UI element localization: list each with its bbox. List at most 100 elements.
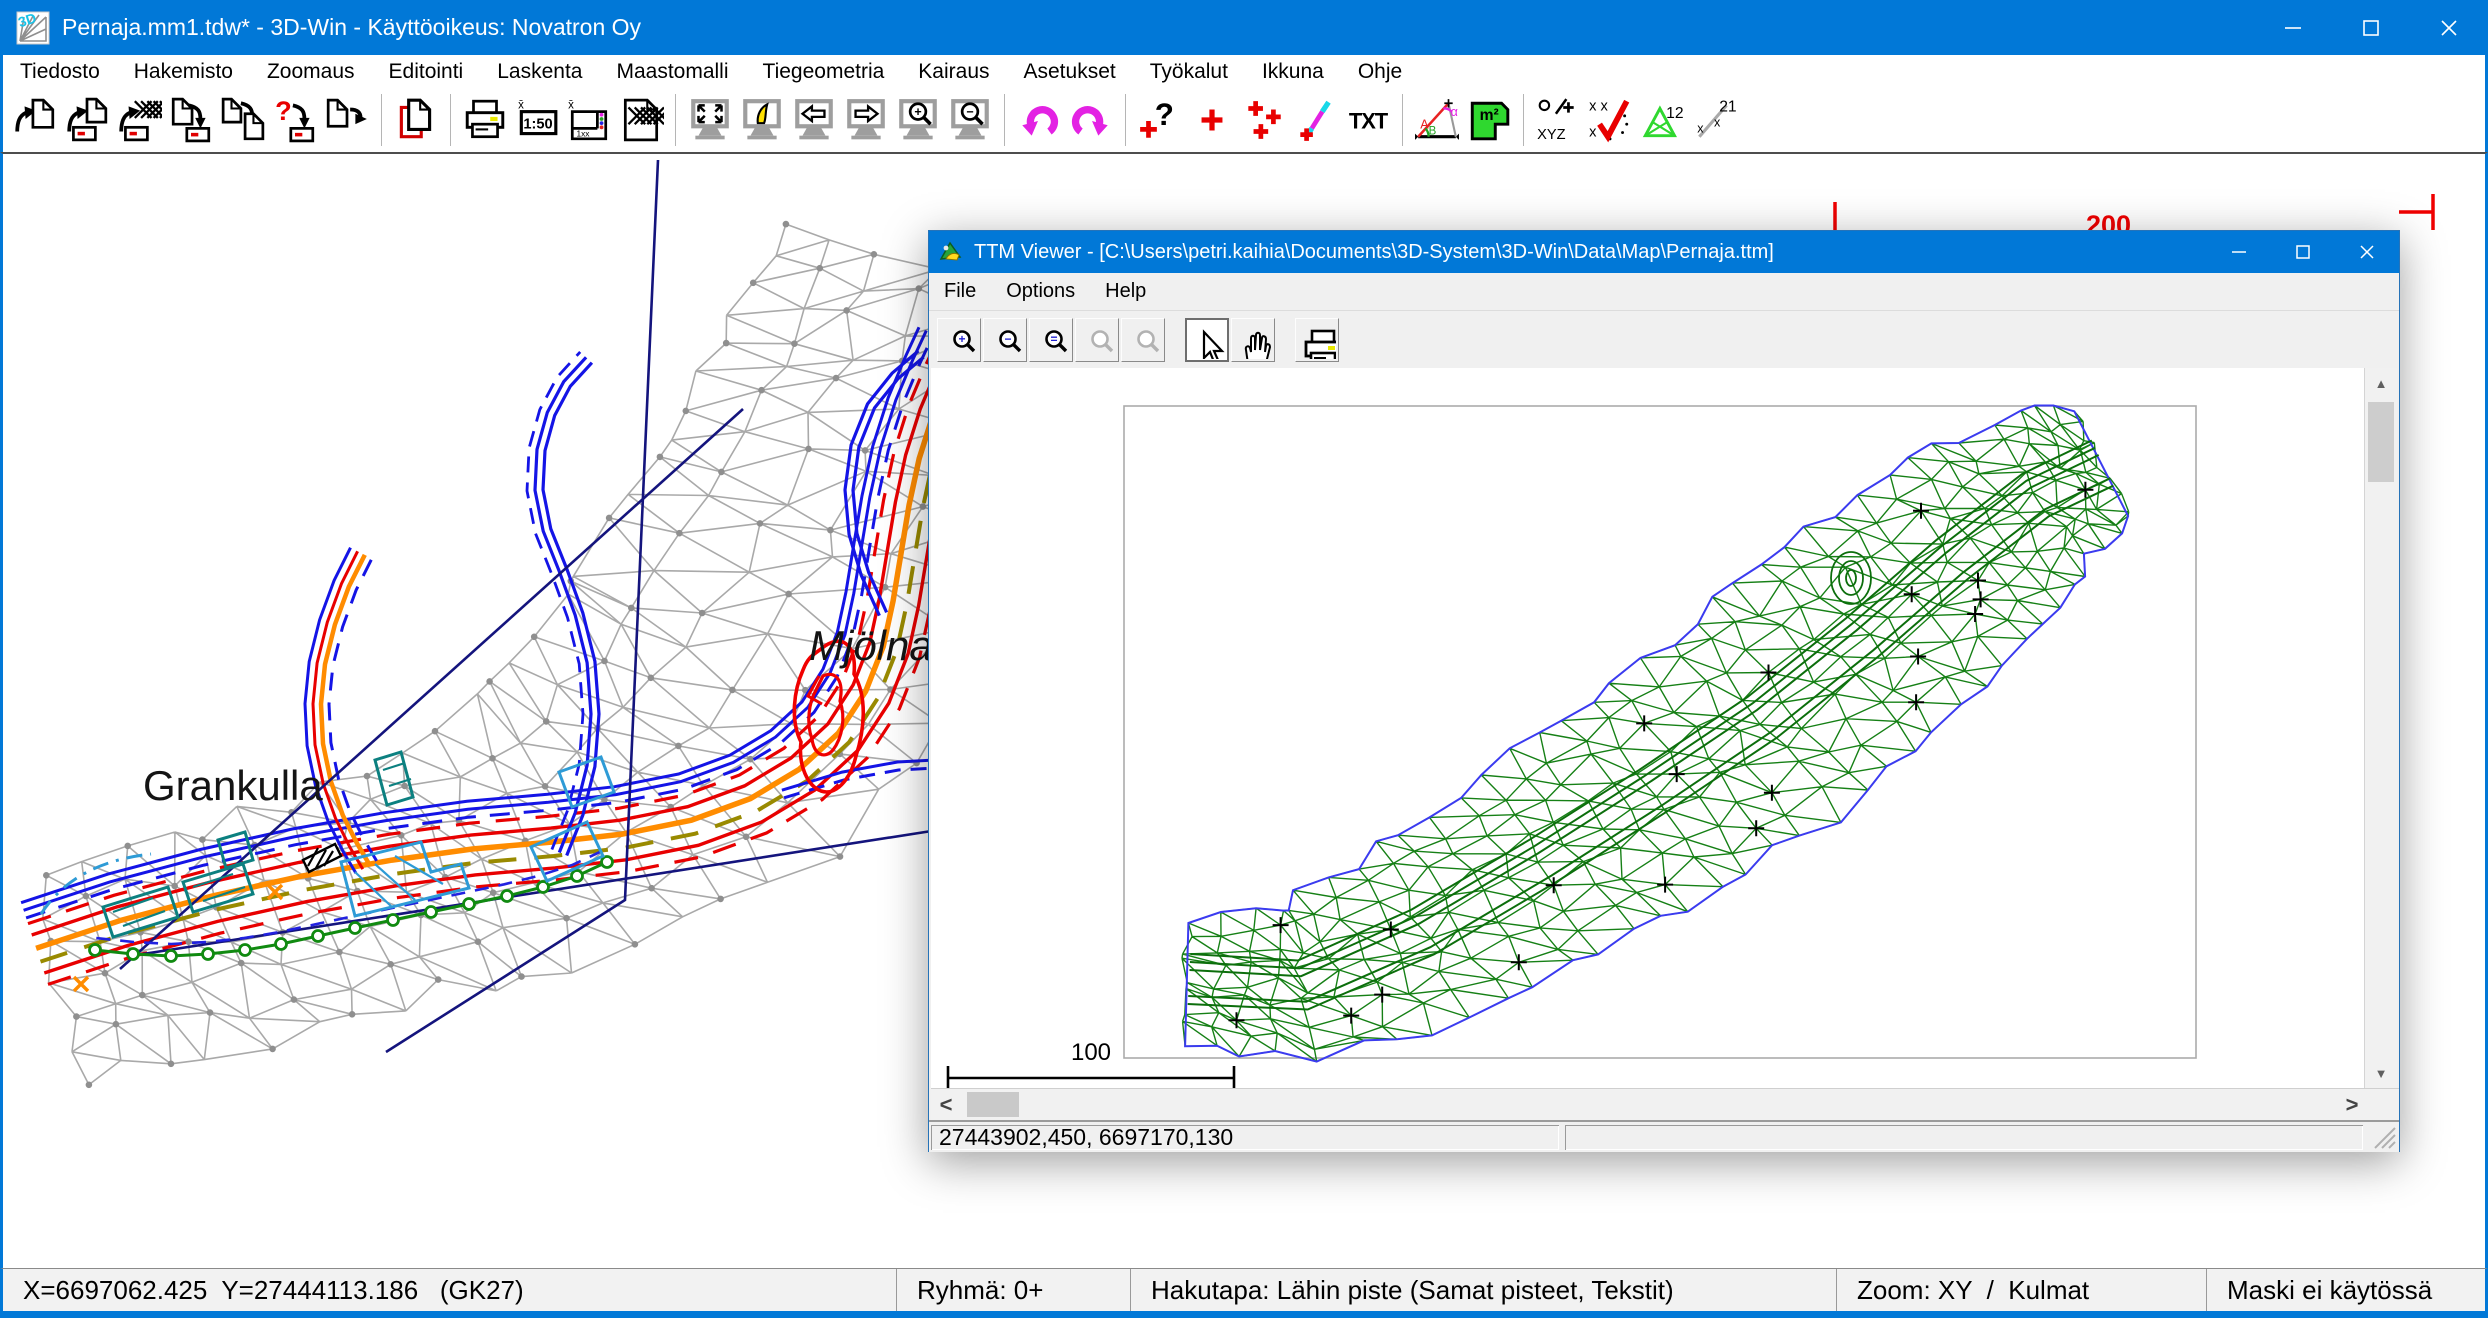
add-points-button[interactable] [1238, 94, 1290, 146]
check-points-button[interactable]: x xx [1584, 94, 1636, 146]
minimize-button[interactable] [2254, 0, 2332, 55]
save-query-button[interactable]: ? [269, 94, 321, 146]
main-menubar: TiedostoHakemistoZoomausEditointiLaskent… [0, 55, 2488, 88]
toolbar-separator [1125, 94, 1126, 146]
ttm-map-area[interactable]: 100 [931, 368, 2366, 1088]
calc-area-button[interactable]: m² [1463, 94, 1515, 146]
ttm-menu-item-file[interactable]: File [929, 273, 991, 310]
view-previous-button[interactable] [788, 94, 840, 146]
toolbar-group-8: XYZ x xx12x21x [1532, 94, 1740, 146]
text-tool-icon: TXT [1345, 97, 1391, 143]
svg-text:x̄: x̄ [518, 100, 524, 112]
maximize-button[interactable] [2332, 0, 2410, 55]
ttm-minimize-button[interactable] [2207, 231, 2271, 273]
format-page-button[interactable] [615, 94, 667, 146]
open-format-icon [116, 97, 162, 143]
ttm-zoom-out-button[interactable]: − [983, 318, 1027, 362]
svg-text:+: + [914, 105, 921, 119]
window-title: Pernaja.mm1.tdw* - 3D-Win - Käyttöoikeus… [62, 14, 641, 41]
svg-text:−: − [1004, 332, 1011, 346]
view-next-button[interactable] [840, 94, 892, 146]
scroll-down-icon[interactable]: ▼ [2365, 1058, 2397, 1088]
ttm-menu-item-help[interactable]: Help [1090, 273, 1161, 310]
save-file-icon [168, 97, 214, 143]
ttm-zoom-fit-button[interactable]: = [1029, 318, 1073, 362]
ttm-print-button[interactable] [1295, 318, 1339, 362]
edit-line-button[interactable] [1290, 94, 1342, 146]
triangle-model-button[interactable]: 12 [1636, 94, 1688, 146]
menu-item-ohje[interactable]: Ohje [1341, 55, 1419, 88]
scale-1-50-button[interactable]: x̄1:50 [511, 94, 563, 146]
export-file-button[interactable] [321, 94, 373, 146]
open-file-button[interactable] [9, 94, 61, 146]
scroll-left-icon[interactable]: < [931, 1089, 961, 1120]
map-label-mjolnar: Mjölnar [809, 622, 947, 670]
save-as-button[interactable] [217, 94, 269, 146]
svg-text:m²: m² [1480, 107, 1499, 124]
ttm-menubar: FileOptionsHelp [929, 273, 2399, 311]
zoom-extents-button[interactable] [684, 94, 736, 146]
menu-item-hakemisto[interactable]: Hakemisto [117, 55, 250, 88]
ttm-pan-button[interactable] [1231, 318, 1275, 362]
menu-item-tiedosto[interactable]: Tiedosto [3, 55, 117, 88]
ttm-zoom-in-button[interactable]: + [937, 318, 981, 362]
ttm-horizontal-scrollbar[interactable]: < > [931, 1088, 2399, 1120]
toolbar-group-3: x̄1:50x̄1xx [459, 94, 667, 146]
menu-item-tiegeometria[interactable]: Tiegeometria [746, 55, 902, 88]
ttm-select-button[interactable] [1185, 318, 1229, 362]
calc-xyz-button[interactable]: XYZ [1532, 94, 1584, 146]
find-point-button[interactable]: ? [1134, 94, 1186, 146]
page-setup-button[interactable]: x̄1xx [563, 94, 615, 146]
scroll-right-icon[interactable]: > [2337, 1089, 2367, 1120]
copy-document-button[interactable] [390, 94, 442, 146]
main-titlebar: 3D Pernaja.mm1.tdw* - 3D-Win - Käyttöoik… [0, 0, 2488, 55]
save-file-button[interactable] [165, 94, 217, 146]
calc-xyz-icon: XYZ [1535, 97, 1581, 143]
menu-item-ty-kalut[interactable]: Työkalut [1133, 55, 1245, 88]
ttm-maximize-button[interactable] [2271, 231, 2335, 273]
toolbar-group-7: ABα m² [1411, 94, 1515, 146]
menu-item-ikkuna[interactable]: Ikkuna [1245, 55, 1341, 88]
print-button[interactable] [459, 94, 511, 146]
menu-item-kairaus[interactable]: Kairaus [901, 55, 1006, 88]
app-3dwin-icon: 3D [16, 11, 50, 45]
ttm-viewer-window: TTM Viewer - [C:\Users\petri.kaihia\Docu… [928, 230, 2400, 1152]
map-workspace: Grankulla Mjölnar 200 TTM Viewer - [C:\U… [0, 152, 2488, 1268]
svg-text:XYZ: XYZ [1537, 127, 1566, 143]
text-tool-button[interactable]: TXT [1342, 94, 1394, 146]
ttm-menu-item-options[interactable]: Options [991, 273, 1090, 310]
menu-item-editointi[interactable]: Editointi [372, 55, 481, 88]
close-button[interactable] [2410, 0, 2488, 55]
hscroll-thumb[interactable] [967, 1092, 1019, 1117]
menu-item-asetukset[interactable]: Asetukset [1007, 55, 1133, 88]
menu-item-maastomalli[interactable]: Maastomalli [599, 55, 745, 88]
ttm-select-icon [1188, 321, 1226, 359]
zoom-out-button[interactable]: − [944, 94, 996, 146]
open-format-button[interactable] [113, 94, 165, 146]
open-file-options-button[interactable] [61, 94, 113, 146]
undo-button[interactable] [1013, 94, 1065, 146]
svg-text:x: x [1697, 122, 1704, 136]
line-points-button[interactable]: x21x [1688, 94, 1740, 146]
scroll-up-icon[interactable]: ▲ [2365, 368, 2397, 398]
toolbar-group-1: ? [9, 94, 373, 146]
svg-text:x: x [1589, 125, 1597, 141]
ttm-resize-grip[interactable] [2369, 1124, 2397, 1150]
menu-item-laskenta[interactable]: Laskenta [480, 55, 599, 88]
zoom-extents-icon [687, 97, 733, 143]
zoom-object-button[interactable] [736, 94, 788, 146]
zoom-in-button[interactable]: + [892, 94, 944, 146]
calc-angle-button[interactable]: ABα [1411, 94, 1463, 146]
print-icon [462, 97, 508, 143]
map-label-grankulla: Grankulla [143, 762, 323, 810]
menu-item-zoomaus[interactable]: Zoomaus [250, 55, 372, 88]
redo-button[interactable] [1065, 94, 1117, 146]
toolbar-separator [450, 94, 451, 146]
ttm-map-canvas[interactable]: 100 [931, 368, 2366, 1088]
ttm-vertical-scrollbar[interactable]: ▲ ▼ [2364, 368, 2397, 1088]
ttm-close-button[interactable] [2335, 231, 2399, 273]
add-point-button[interactable] [1186, 94, 1238, 146]
vscroll-thumb[interactable] [2368, 402, 2394, 482]
ttm-app-icon [937, 239, 964, 266]
add-points-icon [1241, 97, 1287, 143]
